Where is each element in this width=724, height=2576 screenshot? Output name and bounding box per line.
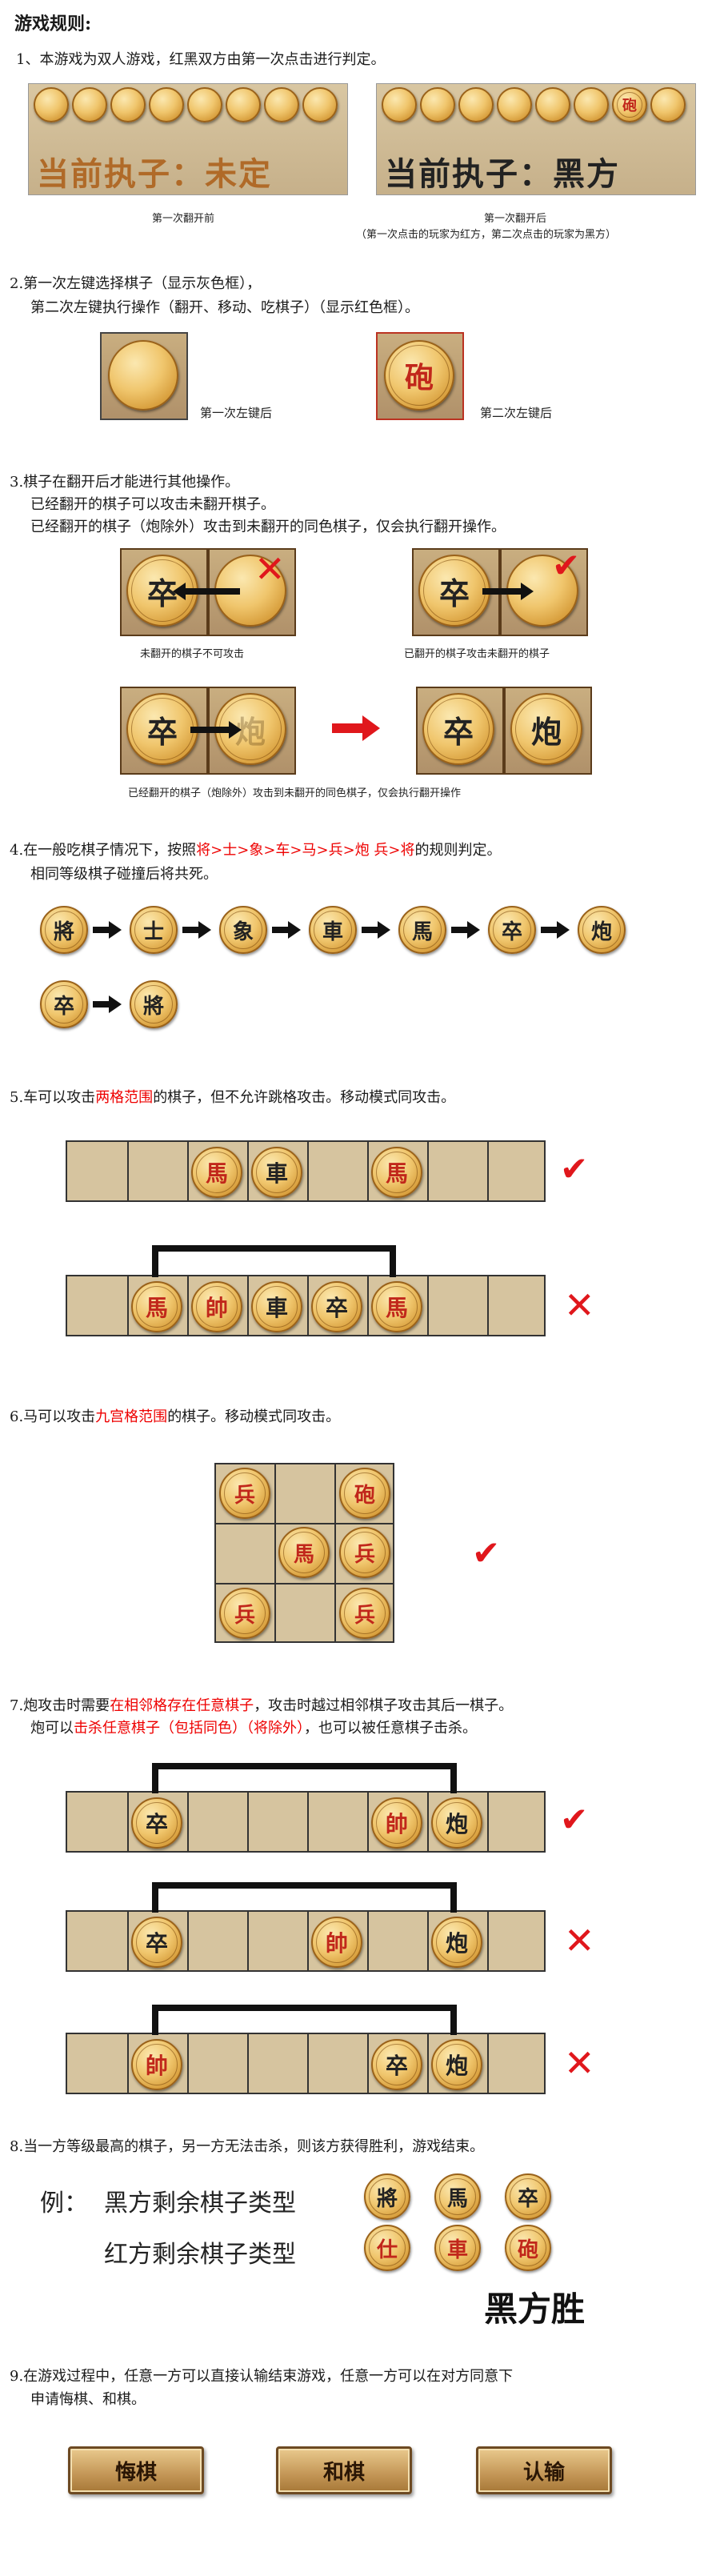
rule-7-line1: 7.炮攻击时需要在相邻格存在任意棋子，攻击时越过相邻棋子攻击其后一棋子。: [10, 1697, 514, 1714]
red-remaining-label: 红方剩余棋子类型: [104, 2241, 296, 2269]
example-label: 例：: [40, 2189, 88, 2217]
check-icon: ✔: [472, 1533, 501, 1572]
x-icon: ✕: [564, 2041, 595, 2085]
red-piece: 車: [434, 2225, 481, 2271]
cannon-board-1: 卒 帥 炮: [66, 1791, 546, 1853]
example-same-color-before: 卒 炮: [120, 687, 296, 775]
rule-3-line1: 3.棋子在翻开后才能进行其他操作。: [10, 474, 240, 491]
cannon-path-2: [152, 1882, 456, 1889]
rank-chain-2: 卒 將: [40, 980, 200, 1036]
tile-red: 砲: [376, 332, 464, 420]
black-piece: 馬: [434, 2173, 481, 2220]
cannon-path-2-right: [450, 1882, 457, 1913]
red-piece: 仕: [364, 2225, 410, 2271]
undo-button[interactable]: 悔棋: [68, 2446, 204, 2494]
resign-button[interactable]: 认输: [476, 2446, 612, 2494]
black-piece: 將: [364, 2173, 410, 2220]
cannon-path-1-left: [152, 1763, 158, 1793]
rule-3-line3: 已经翻开的棋子（炮除外）攻击到未翻开的同色棋子，仅会执行翻开操作。: [30, 519, 506, 535]
caption-first-click: 第一次左键后: [200, 406, 273, 420]
rule-9-line2: 申请悔棋、和棋。: [30, 2391, 146, 2408]
cannon-board-3: 帥 卒 炮: [66, 2033, 546, 2094]
jump-path-left: [152, 1245, 158, 1277]
page-title: 游戏规则:: [14, 14, 92, 34]
red-piece: 砲: [505, 2225, 551, 2271]
rule-2-line1: 2.第一次左键选择棋子（显示灰色框），: [10, 275, 262, 292]
red-arrow-icon: [332, 715, 380, 741]
rule-7-line2: 炮可以击杀任意棋子（包括同色）（将除外），也可以被任意棋子击杀。: [30, 1720, 477, 1737]
x-icon: ✕: [254, 547, 286, 591]
rule-1-text: 1、本游戏为双人游戏，红黑双方由第一次点击进行判定。: [16, 51, 386, 68]
rule-3-line2: 已经翻开的棋子可以攻击未翻开棋子。: [30, 496, 275, 513]
rule-2-line2: 第二次左键执行操作（翻开、移动、吃棋子）（显示红色框）。: [30, 299, 419, 316]
jump-path-right: [390, 1245, 396, 1277]
winner-text: 黑方胜: [484, 2290, 586, 2329]
horse-board: 兵 砲 馬 兵 兵 兵: [214, 1463, 394, 1643]
black-piece: 卒: [505, 2173, 551, 2220]
caption-before: 第一次翻开前: [152, 213, 215, 225]
rule-5-text: 5.车可以攻击两格范围的棋子，但不允许跳格攻击。移动模式同攻击。: [10, 1089, 456, 1106]
check-icon: ✔: [560, 1149, 589, 1188]
rule-6-text: 6.马可以攻击九宫格范围的棋子。移动模式同攻击。: [10, 1408, 341, 1425]
rule-4-line1: 4.在一般吃棋子情况下，按照将>士>象>车>马>兵>炮 兵>将的规则判定。: [10, 842, 502, 859]
rule-4-line2: 相同等级棋子碰撞后将共死。: [30, 866, 218, 883]
chariot-board-2: 馬 帥 車 卒 馬: [66, 1275, 546, 1336]
chariot-board-1: 馬 車 馬: [66, 1140, 546, 1202]
cannon-path-3: [152, 2005, 456, 2011]
cannon-path-1: [152, 1763, 456, 1769]
caption-cannot-attack: 未翻开的棋子不可攻击: [140, 648, 245, 660]
piece-pao: 砲: [612, 87, 647, 122]
x-icon: ✕: [564, 1284, 595, 1327]
status-before: 当前执子：未定: [37, 155, 272, 193]
jump-path: [152, 1245, 396, 1252]
black-remaining-label: 黑方剩余棋子类型: [104, 2189, 296, 2217]
board-after: 砲 当前执子：黑方: [376, 83, 696, 195]
rule-8-text: 8.当一方等级最高的棋子，另一方无法击杀，则该方获得胜利，游戏结束。: [10, 2138, 485, 2155]
x-icon: ✕: [564, 1919, 595, 1962]
tile-gray: [100, 332, 188, 420]
status-after: 当前执子：黑方: [385, 155, 620, 193]
piece-pao-selected: 砲: [384, 340, 454, 411]
rank-chain: 將 士 象 車 馬 卒 炮: [40, 906, 680, 962]
check-icon: ✔: [560, 1800, 589, 1839]
caption-can-attack: 已翻开的棋子攻击未翻开的棋子: [404, 648, 550, 660]
cannon-path-1-right: [450, 1763, 457, 1793]
draw-button[interactable]: 和棋: [276, 2446, 412, 2494]
cannon-path-3-left: [152, 2005, 158, 2035]
example-same-color-after: 卒 炮: [416, 687, 592, 775]
check-icon: ✔: [552, 546, 581, 585]
board-before: 当前执子：未定: [28, 83, 348, 195]
cannon-board-2: 卒 帥 炮: [66, 1910, 546, 1972]
caption-after-note: （第一次点击的玩家为红方，第二次点击的玩家为黑方）: [356, 229, 617, 241]
cannon-path-3-right: [450, 2005, 457, 2035]
rule-9-line1: 9.在游戏过程中，任意一方可以直接认输结束游戏，任意一方可以在对方同意下: [10, 2368, 514, 2385]
caption-second-click: 第二次左键后: [480, 406, 553, 420]
caption-same-color: 已经翻开的棋子（炮除外）攻击到未翻开的同色棋子，仅会执行翻开操作: [128, 787, 462, 799]
cannon-path-2-left: [152, 1882, 158, 1913]
caption-after: 第一次翻开后: [484, 213, 547, 225]
